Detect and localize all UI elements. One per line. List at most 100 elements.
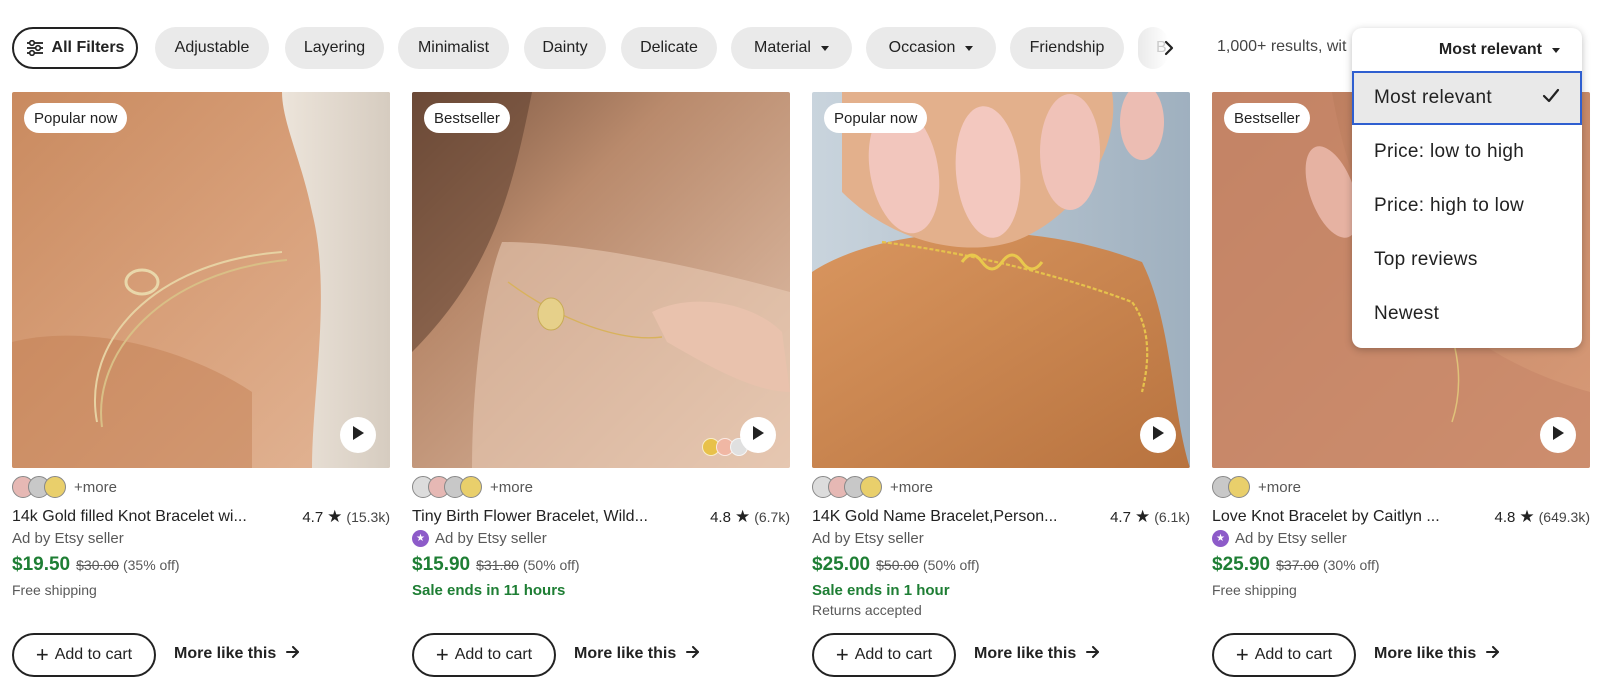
add-to-cart-button[interactable]: + Add to cart	[1212, 633, 1356, 677]
product-title[interactable]: Tiny Birth Flower Bracelet, Wild...	[412, 508, 662, 526]
color-swatches[interactable]: +more	[812, 475, 933, 499]
color-swatches[interactable]: +more	[1212, 475, 1301, 499]
product-rating: 4.7 ★ (15.3k)	[302, 507, 390, 527]
more-swatches-link[interactable]: +more	[890, 479, 933, 496]
seller-line: Ad by Etsy seller	[812, 530, 924, 547]
add-to-cart-button[interactable]: + Add to cart	[412, 633, 556, 677]
filter-chip-adjustable[interactable]: Adjustable	[155, 27, 269, 69]
product-card[interactable]: Popular now +more 14K Gold Name Bracelet…	[812, 92, 1190, 682]
seller-line: ★ Ad by Etsy seller	[1212, 530, 1347, 547]
play-video-button[interactable]	[340, 417, 376, 453]
more-like-this-link[interactable]: More like this	[1374, 645, 1500, 663]
original-price: $30.00	[76, 557, 119, 573]
sort-option-price-high-low[interactable]: Price: high to low	[1352, 179, 1582, 233]
star-seller-icon: ★	[412, 530, 429, 547]
filter-chip-material[interactable]: Material	[731, 27, 852, 69]
review-count: (15.3k)	[346, 509, 390, 525]
color-swatches[interactable]: +more	[412, 475, 533, 499]
product-image[interactable]: Bestseller	[412, 92, 790, 468]
play-icon	[351, 425, 365, 446]
product-title[interactable]: Love Knot Bracelet by Caitlyn ...	[1212, 508, 1462, 526]
seller-text: Ad by Etsy seller	[1235, 530, 1347, 547]
swatch-gold[interactable]	[460, 476, 482, 498]
add-to-cart-button[interactable]: + Add to cart	[812, 633, 956, 677]
chevron-down-icon	[820, 45, 829, 51]
rating-value: 4.7	[302, 508, 324, 526]
sort-option-label: Newest	[1374, 303, 1440, 324]
more-swatches-link[interactable]: +more	[74, 479, 117, 496]
add-to-cart-button[interactable]: + Add to cart	[12, 633, 156, 677]
swatch-gold[interactable]	[44, 476, 66, 498]
product-rating: 4.8 ★ (649.3k)	[1495, 507, 1590, 527]
shipping-info: Free shipping	[1212, 582, 1297, 598]
filter-chip-friendship[interactable]: Friendship	[1010, 27, 1124, 69]
add-to-cart-label: Add to cart	[454, 646, 533, 663]
arrow-right-icon	[686, 645, 700, 663]
product-card[interactable]: Bestseller +more Tiny Birth Flower Brace…	[412, 92, 790, 682]
price-row: $25.90 $37.00 (30% off)	[1212, 554, 1380, 576]
sort-option-top-reviews[interactable]: Top reviews	[1352, 233, 1582, 287]
sale-price: $15.90	[412, 554, 471, 575]
more-like-this-link[interactable]: More like this	[174, 645, 300, 663]
sort-option-newest[interactable]: Newest	[1352, 287, 1582, 341]
plus-icon: +	[835, 642, 849, 667]
rating-value: 4.8	[1494, 508, 1516, 526]
product-rating: 4.7 ★ (6.1k)	[1110, 507, 1190, 527]
filter-chip-minimalist[interactable]: Minimalist	[398, 27, 509, 69]
sort-option-label: Price: low to high	[1374, 141, 1525, 162]
checkmark-icon	[1542, 88, 1560, 110]
sort-option-price-low-high[interactable]: Price: low to high	[1352, 125, 1582, 179]
sale-price: $25.90	[1212, 554, 1271, 575]
chip-label: Dainty	[542, 39, 588, 56]
review-count: (649.3k)	[1538, 509, 1590, 525]
scroll-right-chevron-icon[interactable]	[1158, 37, 1180, 59]
product-title[interactable]: 14K Gold Name Bracelet,Person...	[812, 508, 1062, 526]
arrow-right-icon	[1486, 645, 1500, 663]
swatch-gold[interactable]	[1228, 476, 1250, 498]
star-icon: ★	[734, 507, 751, 526]
all-filters-button[interactable]: All Filters	[12, 27, 138, 69]
discount-percent: (50% off)	[522, 557, 580, 573]
sort-dropdown-menu: Most relevant Most relevant Price: low t…	[1352, 28, 1582, 348]
sale-countdown: Sale ends in 11 hours	[412, 582, 566, 599]
rating-value: 4.8	[710, 508, 731, 526]
sort-option-label: Price: high to low	[1374, 195, 1525, 216]
chevron-down-icon	[965, 45, 974, 51]
filter-chip-dainty[interactable]: Dainty	[524, 27, 606, 69]
sort-dropdown-button[interactable]: Most relevant	[1439, 41, 1560, 59]
plus-icon: +	[1235, 642, 1249, 667]
seller-text: Ad by Etsy seller	[812, 530, 924, 547]
more-like-this-link[interactable]: More like this	[974, 645, 1100, 663]
chip-label: Adjustable	[174, 39, 250, 56]
star-icon: ★	[1134, 507, 1151, 526]
sort-current-label: Most relevant	[1438, 41, 1542, 58]
sort-option-most-relevant[interactable]: Most relevant	[1352, 71, 1582, 125]
filter-chip-delicate[interactable]: Delicate	[621, 27, 717, 69]
discount-percent: (35% off)	[122, 557, 180, 573]
product-card[interactable]: Popular now +more 14k Gold filled Knot B…	[12, 92, 390, 682]
product-title[interactable]: 14k Gold filled Knot Bracelet wi...	[12, 508, 262, 526]
play-video-button[interactable]	[740, 417, 776, 453]
review-count: (6.1k)	[1154, 509, 1190, 525]
product-image[interactable]: Popular now	[12, 92, 390, 468]
price-row: $25.00 $50.00 (50% off)	[812, 554, 980, 576]
more-like-label: More like this	[1374, 645, 1477, 662]
add-to-cart-label: Add to cart	[1254, 646, 1333, 663]
star-seller-icon: ★	[1212, 530, 1229, 547]
results-count: 1,000+ results, wit	[1217, 38, 1347, 55]
plus-icon: +	[435, 642, 449, 667]
more-like-this-link[interactable]: More like this	[574, 645, 700, 663]
play-video-button[interactable]	[1540, 417, 1576, 453]
swatch-gold[interactable]	[860, 476, 882, 498]
filter-chip-occasion[interactable]: Occasion	[866, 27, 996, 69]
play-icon	[1551, 425, 1565, 446]
star-icon: ★	[1519, 507, 1535, 526]
seller-text: Ad by Etsy seller	[435, 530, 547, 547]
bestseller-badge: Bestseller	[1224, 103, 1310, 133]
play-video-button[interactable]	[1140, 417, 1176, 453]
more-swatches-link[interactable]: +more	[490, 479, 533, 496]
filter-chip-layering[interactable]: Layering	[285, 27, 384, 69]
product-image[interactable]: Popular now	[812, 92, 1190, 468]
more-swatches-link[interactable]: +more	[1258, 479, 1301, 496]
color-swatches[interactable]: +more	[12, 475, 117, 499]
